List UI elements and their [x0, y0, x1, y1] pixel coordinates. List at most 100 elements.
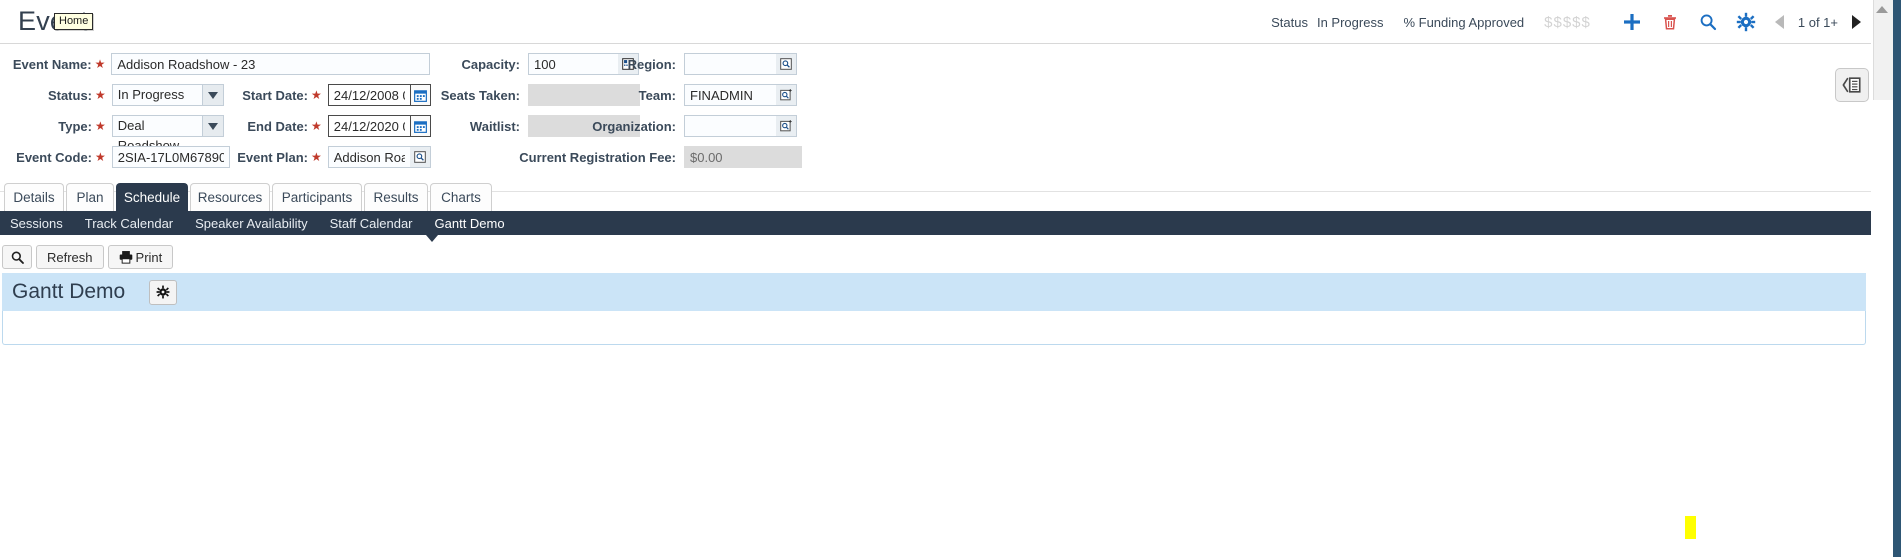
lookup-add-icon[interactable]	[776, 84, 797, 106]
start-date-label: Start Date:	[242, 87, 308, 103]
field-status: Status: ★ In Progress	[0, 82, 224, 108]
organization-input[interactable]	[684, 115, 776, 137]
tab-schedule[interactable]: Schedule	[116, 183, 188, 211]
chevron-down-icon[interactable]	[201, 115, 224, 137]
funding-approved-label: % Funding Approved	[1403, 14, 1525, 30]
event-plan-input[interactable]	[327, 146, 410, 168]
home-tooltip: Home	[54, 13, 94, 30]
team-input[interactable]	[684, 84, 776, 106]
type-dropdown-value: Deal Roadshow	[111, 115, 202, 153]
highlight-marker	[1685, 516, 1696, 539]
search-icon	[11, 251, 24, 264]
required-marker: ★	[311, 88, 322, 102]
application-window: Event Home Status In Progress % Funding …	[0, 0, 1901, 557]
waitlist-label: Waitlist:	[469, 118, 520, 134]
subnav-item-track-calendar[interactable]: Track Calendar	[85, 216, 173, 231]
start-date-input[interactable]	[327, 84, 410, 106]
sidebar-collapse-toggle[interactable]	[1835, 68, 1869, 102]
required-marker: ★	[94, 57, 106, 71]
right-border	[1893, 0, 1901, 557]
vertical-scrollbar[interactable]	[1873, 0, 1893, 100]
field-region: Region:	[560, 51, 797, 77]
gear-icon	[156, 285, 170, 299]
subnav-item-sessions[interactable]: Sessions	[10, 216, 63, 231]
tab-results[interactable]: Results	[364, 183, 428, 211]
sub-navigation-bar: Sessions Track Calendar Speaker Availabi…	[0, 211, 1871, 235]
tab-bar: Details Plan Schedule Resources Particip…	[0, 183, 1871, 211]
type-dropdown[interactable]: Deal Roadshow	[111, 115, 224, 153]
event-plan-label: Event Plan:	[237, 149, 308, 165]
required-marker: ★	[95, 119, 106, 133]
registration-fee-label: Current Registration Fee:	[519, 149, 676, 165]
gantt-settings-button[interactable]	[149, 279, 178, 305]
toolbar-print-button[interactable]: Print	[107, 245, 174, 269]
event-detail-form: Event Name: ★ Status: ★ In Progress Type…	[0, 45, 1871, 192]
field-registration-fee: Current Registration Fee:	[430, 144, 802, 170]
status-field-label: Status:	[47, 87, 92, 103]
capacity-label: Capacity:	[461, 56, 520, 72]
pager-text: 1 of 1+	[1797, 14, 1838, 30]
gantt-panel-title: Gantt Demo	[12, 280, 126, 303]
field-team: Team:	[560, 82, 797, 108]
subnav-item-gantt-demo[interactable]: Gantt Demo	[435, 216, 505, 231]
tab-details[interactable]: Details	[4, 183, 64, 211]
event-name-input[interactable]	[111, 53, 430, 75]
field-event-name: Event Name: ★	[0, 51, 430, 77]
type-label: Type:	[58, 118, 92, 134]
end-date-label: End Date:	[247, 118, 308, 134]
settings-button[interactable]	[1727, 12, 1765, 32]
delete-button[interactable]	[1651, 12, 1689, 32]
tab-participants[interactable]: Participants	[272, 183, 362, 211]
region-label: Region:	[627, 56, 676, 72]
end-date-input[interactable]	[327, 115, 410, 137]
field-event-plan: Event Plan: ★	[228, 144, 431, 170]
toolbar-refresh-button[interactable]: Refresh	[36, 245, 104, 269]
status-value: In Progress	[1316, 14, 1384, 30]
event-name-label: Event Name:	[12, 56, 92, 72]
printer-icon	[119, 251, 132, 264]
tab-charts[interactable]: Charts	[430, 183, 492, 211]
add-button[interactable]	[1613, 12, 1651, 32]
region-input[interactable]	[684, 53, 776, 75]
lookup-icon[interactable]	[776, 53, 797, 75]
status-label: Status	[1271, 14, 1308, 30]
required-marker: ★	[311, 119, 322, 133]
subnav-active-caret-icon	[426, 235, 438, 242]
subnav-item-staff-calendar[interactable]: Staff Calendar	[330, 216, 413, 231]
subnav-item-speaker-availability[interactable]: Speaker Availability	[195, 216, 308, 231]
seats-taken-label: Seats Taken:	[440, 87, 520, 103]
header-toolbar: Status In Progress % Funding Approved $$…	[1271, 0, 1861, 44]
collapse-panel-icon	[1842, 77, 1861, 93]
plus-icon	[1623, 14, 1640, 30]
toolbar-search-button[interactable]	[2, 245, 32, 269]
search-button[interactable]	[1689, 12, 1727, 32]
field-organization: Organization:	[560, 113, 797, 139]
previous-record-icon[interactable]	[1774, 15, 1784, 29]
search-icon	[1700, 14, 1716, 31]
field-event-code: Event Code: ★	[0, 144, 230, 170]
gear-icon	[1736, 12, 1756, 32]
field-type: Type: ★ Deal Roadshow	[0, 113, 224, 153]
content-toolbar: Refresh Print	[2, 245, 177, 269]
tab-resources[interactable]: Resources	[190, 183, 270, 211]
trash-icon	[1663, 15, 1676, 30]
team-label: Team:	[638, 87, 676, 103]
lookup-add-icon[interactable]	[776, 115, 797, 137]
gantt-panel-header: Gantt Demo	[2, 273, 1866, 311]
event-code-input[interactable]	[111, 146, 230, 168]
scroll-up-arrow-icon[interactable]	[1876, 6, 1888, 13]
next-record-icon[interactable]	[1852, 15, 1861, 29]
required-marker: ★	[95, 88, 106, 102]
record-pager: 1 of 1+	[1774, 14, 1861, 30]
lookup-icon[interactable]	[409, 146, 431, 168]
tab-plan[interactable]: Plan	[66, 183, 114, 211]
page-header: Event Home Status In Progress % Funding …	[0, 0, 1871, 44]
status-dropdown[interactable]: In Progress	[111, 84, 224, 106]
registration-fee-input	[684, 146, 802, 168]
required-marker: ★	[311, 150, 322, 164]
print-label: Print	[135, 249, 163, 265]
organization-label: Organization:	[592, 118, 676, 134]
rating-dollars: $$$$$	[1544, 13, 1591, 31]
event-code-label: Event Code:	[16, 149, 92, 165]
chevron-down-icon[interactable]	[201, 84, 224, 106]
